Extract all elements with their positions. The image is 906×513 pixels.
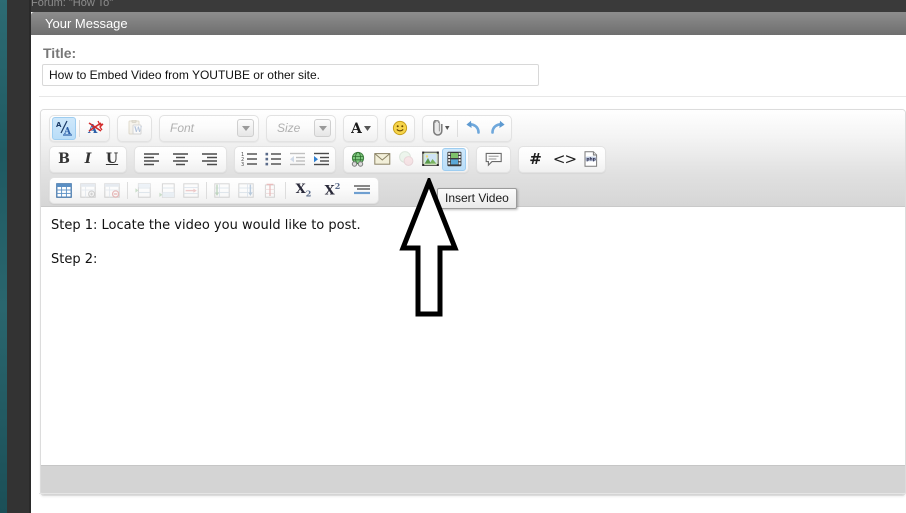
svg-text:A: A bbox=[56, 121, 62, 129]
toolbar-group-formatting: A A A bbox=[49, 114, 110, 142]
font-family-value: Font bbox=[170, 121, 195, 135]
message-line-1: Step 1: Locate the video you would like … bbox=[51, 218, 361, 233]
attachment-icon[interactable] bbox=[425, 117, 454, 140]
emoticon-icon[interactable] bbox=[388, 117, 412, 140]
align-center-icon[interactable] bbox=[166, 148, 195, 171]
svg-text:W: W bbox=[133, 125, 142, 134]
svg-text:3: 3 bbox=[241, 162, 244, 166]
toolbar-row-2: B I U 1 2 3 # <> php bbox=[49, 145, 613, 173]
bulleted-list-icon[interactable] bbox=[261, 148, 285, 171]
font-size-value: Size bbox=[277, 121, 301, 135]
merge-cells-icon[interactable] bbox=[179, 179, 203, 202]
insert-anchor-icon[interactable] bbox=[394, 148, 418, 171]
message-body-editable[interactable]: Step 1: Locate the video you would like … bbox=[41, 208, 905, 464]
window-left-dark-rail bbox=[7, 0, 31, 513]
superscript-button[interactable]: X2 bbox=[318, 179, 347, 202]
breadcrumb: Forum: "How To" bbox=[31, 0, 114, 9]
chevron-down-icon[interactable] bbox=[237, 119, 254, 137]
toolbar-group-table-tools: X2 X2 bbox=[49, 176, 379, 204]
insert-image-icon[interactable] bbox=[418, 148, 442, 171]
remove-formatting-icon[interactable]: A bbox=[83, 117, 107, 140]
insert-link-icon[interactable] bbox=[346, 148, 370, 171]
insert-column-right-icon[interactable] bbox=[234, 179, 258, 202]
insert-email-icon[interactable] bbox=[370, 148, 394, 171]
message-line-2: Step 2: bbox=[51, 252, 98, 268]
bold-button[interactable]: B bbox=[52, 148, 76, 171]
font-family-dropdown[interactable]: Font bbox=[162, 117, 256, 140]
numbered-list-icon[interactable]: 123 bbox=[237, 148, 261, 171]
toolbar-row-3: X2 X2 bbox=[49, 176, 386, 204]
paste-from-word-icon[interactable]: W bbox=[120, 117, 149, 140]
redo-icon[interactable] bbox=[485, 117, 509, 140]
toolbar-group-paste: W bbox=[117, 114, 152, 142]
window-left-teal-edge bbox=[0, 0, 7, 513]
insert-quote-icon[interactable] bbox=[479, 148, 508, 171]
svg-text:A: A bbox=[351, 121, 363, 136]
align-right-icon[interactable] bbox=[195, 148, 224, 171]
title-input[interactable] bbox=[42, 64, 539, 86]
toolbar-group-quote bbox=[476, 145, 511, 173]
horizontal-rule-icon[interactable] bbox=[347, 179, 376, 202]
subscript-button[interactable]: X2 bbox=[289, 179, 318, 202]
toolbar-group-font: Font bbox=[159, 114, 259, 142]
forum-breadcrumb-strip: Forum: "How To" bbox=[31, 0, 906, 12]
toolbar-group-attach-history bbox=[422, 114, 512, 142]
toolbar-separator bbox=[127, 181, 128, 199]
italic-button[interactable]: I bbox=[76, 148, 100, 171]
insert-code-icon[interactable]: <> bbox=[550, 148, 579, 171]
insert-column-icon[interactable] bbox=[155, 179, 179, 202]
chevron-down-icon[interactable] bbox=[314, 119, 331, 137]
toolbar-group-insert-media bbox=[343, 145, 469, 173]
toolbar-separator bbox=[206, 181, 207, 199]
insert-php-icon[interactable]: php bbox=[579, 148, 603, 171]
text-color-icon[interactable]: A bbox=[346, 117, 375, 140]
insert-hash-icon[interactable]: # bbox=[521, 148, 550, 171]
toggle-source-formatting-icon[interactable]: A A bbox=[52, 116, 76, 140]
toolbar-group-code: # <> php bbox=[518, 145, 606, 173]
insert-video-icon[interactable] bbox=[442, 147, 466, 171]
rich-text-editor[interactable]: A A A bbox=[40, 109, 906, 496]
insert-row-icon[interactable] bbox=[131, 179, 155, 202]
toolbar-group-alignment bbox=[134, 145, 227, 173]
page-bottom-divider bbox=[39, 493, 906, 494]
your-message-header: Your Message bbox=[31, 12, 906, 35]
toolbar-separator bbox=[457, 119, 458, 137]
toolbar-row-1: A A A bbox=[49, 114, 519, 142]
svg-text:php: php bbox=[586, 156, 595, 162]
insert-table-icon[interactable] bbox=[52, 179, 76, 202]
undo-icon[interactable] bbox=[461, 117, 485, 140]
toolbar-group-bold-italic-underline: B I U bbox=[49, 145, 127, 173]
toolbar-group-color: A bbox=[343, 114, 378, 142]
toolbar-group-size: Size bbox=[266, 114, 336, 142]
form-divider bbox=[39, 96, 906, 97]
outdent-icon[interactable] bbox=[285, 148, 309, 171]
table-properties-icon[interactable] bbox=[76, 179, 100, 202]
indent-icon[interactable] bbox=[309, 148, 333, 171]
insert-video-tooltip: Insert Video bbox=[437, 188, 517, 209]
insert-row-below-icon[interactable] bbox=[210, 179, 234, 202]
screenshot-root: Forum: "How To" Your Message Title: A bbox=[0, 0, 906, 513]
delete-table-icon[interactable] bbox=[100, 179, 124, 202]
delete-column-icon[interactable] bbox=[258, 179, 282, 202]
font-size-dropdown[interactable]: Size bbox=[269, 117, 333, 140]
editor-status-bar bbox=[41, 465, 905, 495]
toolbar-group-lists-indent: 123 bbox=[234, 145, 336, 173]
toolbar-separator bbox=[285, 181, 286, 199]
align-left-icon[interactable] bbox=[137, 148, 166, 171]
toolbar-separator bbox=[79, 119, 80, 137]
title-label: Title: bbox=[43, 45, 77, 61]
message-form-panel: Title: A A bbox=[31, 35, 906, 513]
underline-button[interactable]: U bbox=[100, 148, 124, 171]
toolbar-group-emoticon bbox=[385, 114, 415, 142]
panel-title: Your Message bbox=[45, 16, 128, 31]
